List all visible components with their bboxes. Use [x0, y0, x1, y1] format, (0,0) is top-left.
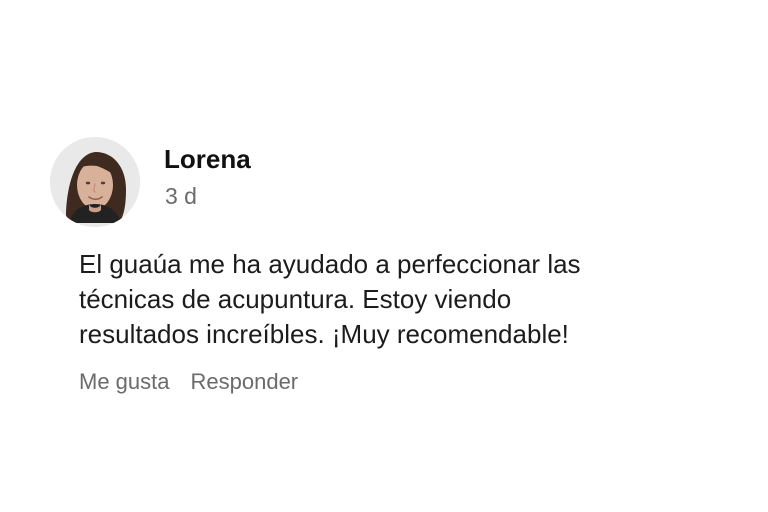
comment-actions: Me gusta Responder: [79, 367, 298, 397]
reply-button[interactable]: Responder: [191, 367, 299, 397]
comment-card: Lorena 3 d El guaúa me ha ayudado a perf…: [0, 0, 768, 512]
comment-body-line-1: El guaúa me ha ayudado a perfeccionar la…: [79, 249, 581, 279]
comment-timestamp: 3 d: [165, 183, 197, 209]
comment-body: El guaúa me ha ayudado a perfeccionar la…: [79, 247, 719, 352]
comment-author-name[interactable]: Lorena: [164, 143, 251, 175]
comment-body-line-2: técnicas de acupuntura. Estoy viendo: [79, 284, 512, 314]
avatar-photo-icon: [50, 137, 140, 227]
like-button[interactable]: Me gusta: [79, 367, 170, 397]
user-avatar[interactable]: [50, 137, 140, 227]
comment-body-line-3: resultados increíbles. ¡Muy recomendable…: [79, 319, 569, 349]
